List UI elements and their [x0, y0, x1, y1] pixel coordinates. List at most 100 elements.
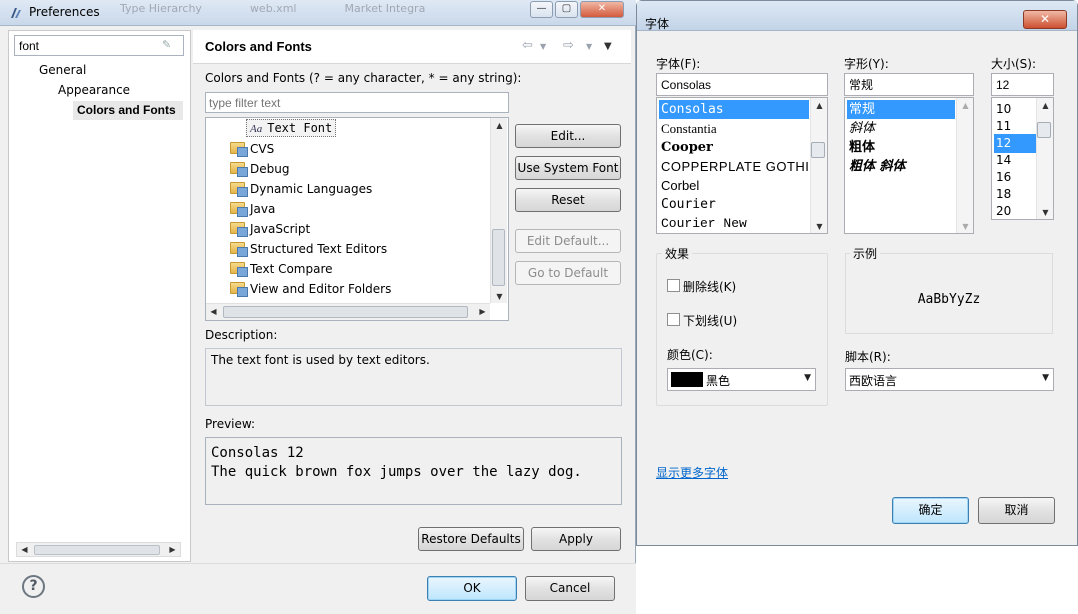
tree-item-debug[interactable]: Debug — [230, 160, 289, 178]
folder-icon — [230, 202, 248, 217]
filter-hint-label: Colors and Fonts (? = any character, * =… — [205, 71, 522, 85]
scroll-up-icon[interactable]: ▲ — [1038, 101, 1053, 110]
reset-button[interactable]: Reset — [515, 188, 621, 212]
font-option-courier[interactable]: Courier — [659, 195, 716, 214]
scroll-down-icon[interactable]: ▼ — [1038, 208, 1053, 217]
help-icon[interactable]: ? — [22, 575, 45, 598]
color-font-filter-input[interactable] — [205, 92, 509, 113]
scroll-left-icon[interactable]: ◀ — [17, 545, 32, 554]
font-style-list: 常规 斜体 粗体 粗体 斜体 — [844, 97, 974, 234]
underline-checkbox[interactable] — [667, 313, 680, 326]
apply-button[interactable]: Apply — [531, 527, 621, 551]
font-cancel-button[interactable]: 取消 — [978, 497, 1055, 524]
tree-item-cvs[interactable]: CVS — [230, 140, 274, 158]
maximize-button[interactable]: ▢ — [555, 1, 578, 18]
tree-item-label: JavaScript — [250, 222, 311, 236]
minimize-button[interactable]: — — [530, 1, 553, 18]
font-option-cooper[interactable]: Cooper — [659, 138, 713, 157]
forward-menu-icon[interactable]: ▼ — [586, 42, 592, 51]
scroll-up-icon[interactable]: ▲ — [958, 101, 973, 110]
preference-filter-input[interactable] — [14, 35, 184, 56]
strikeout-checkbox[interactable] — [667, 279, 680, 292]
preferences-title: Preferences — [29, 5, 100, 19]
font-family-input[interactable] — [656, 73, 828, 96]
clear-filter-icon[interactable]: ✎ — [162, 38, 178, 52]
font-dialog-titlebar[interactable] — [637, 1, 1077, 31]
tree-item-colors-and-fonts[interactable]: Colors and Fonts — [77, 103, 176, 117]
script-label: 脚本(R): — [845, 350, 891, 364]
tree-vertical-thumb[interactable] — [492, 229, 505, 286]
underline-label: 下划线(U) — [683, 314, 738, 328]
scroll-right-icon[interactable]: ▶ — [475, 307, 490, 316]
font-family-scrollbar[interactable]: ▲ ▼ — [810, 98, 827, 233]
restore-defaults-button[interactable]: Restore Defaults — [418, 527, 524, 551]
show-more-fonts-link[interactable]: 显示更多字体 — [656, 464, 728, 481]
tree-item-view-editor-folders[interactable]: View and Editor Folders — [230, 280, 391, 298]
font-dialog-close-button[interactable]: ✕ — [1023, 10, 1067, 29]
size-option[interactable]: 20 — [994, 202, 1011, 219]
font-icon: Aa — [250, 123, 263, 135]
folder-icon — [230, 182, 248, 197]
font-size-input[interactable] — [991, 73, 1054, 96]
tree-item-text-compare[interactable]: Text Compare — [230, 260, 333, 278]
style-option-regular[interactable]: 常规 — [847, 100, 955, 119]
scroll-up-icon[interactable]: ▲ — [492, 121, 507, 130]
ghost-tab: web.xml — [249, 2, 297, 15]
color-label: 颜色(C): — [667, 348, 713, 362]
tree-scroll-thumb[interactable] — [34, 545, 160, 555]
scroll-down-icon[interactable]: ▼ — [958, 222, 973, 231]
back-menu-icon[interactable]: ▼ — [540, 42, 546, 51]
sample-text: AaBbYyZz — [917, 292, 981, 307]
cancel-button[interactable]: Cancel — [525, 576, 615, 601]
script-select-value: 西欧语言 — [849, 374, 898, 388]
folder-icon — [230, 162, 248, 177]
edit-default-button[interactable]: Edit Default... — [515, 229, 621, 253]
view-menu-icon[interactable]: ▼ — [604, 41, 612, 52]
font-style-scrollbar[interactable]: ▲ ▼ — [956, 98, 973, 233]
scroll-up-icon[interactable]: ▲ — [812, 101, 827, 110]
edit-button[interactable]: Edit... — [515, 124, 621, 148]
background-editor-tabs: Type Hierarchy web.xml Market Integra — [120, 2, 520, 22]
tree-item-label: Dynamic Languages — [250, 182, 373, 196]
go-to-default-button[interactable]: Go to Default — [515, 261, 621, 285]
font-style-input[interactable] — [844, 73, 974, 96]
font-option-courier-new[interactable]: Courier New — [659, 214, 747, 233]
font-family-list: Consolas Constantia Cooper COPPERPLATE G… — [656, 97, 828, 234]
tree-item-text-font-label: Text Font — [267, 121, 333, 135]
tree-horizontal-thumb[interactable] — [223, 306, 468, 318]
font-option-consolas[interactable]: Consolas — [659, 100, 809, 119]
tree-item-appearance[interactable]: Appearance — [58, 83, 130, 97]
tree-item-text-font[interactable]: Aa Text Font — [246, 119, 337, 137]
font-style-label: 字形(Y): — [844, 57, 889, 71]
ok-button[interactable]: OK — [427, 576, 517, 601]
font-option-copperplate[interactable]: COPPERPLATE GOTHIC — [659, 157, 819, 176]
style-option-bold[interactable]: 粗体 — [847, 138, 875, 157]
tree-item-structured-text-editors[interactable]: Structured Text Editors — [230, 240, 387, 258]
scroll-left-icon[interactable]: ◀ — [206, 307, 221, 316]
forward-arrow-icon[interactable]: ⇨ — [563, 38, 574, 53]
font-size-scrollbar[interactable]: ▲ ▼ — [1036, 98, 1053, 219]
font-ok-button[interactable]: 确定 — [892, 497, 969, 524]
tree-item-label: View and Editor Folders — [250, 282, 392, 296]
ghost-tab: Market Integra — [344, 2, 426, 15]
font-size-scroll-thumb[interactable] — [1037, 122, 1051, 138]
font-option-constantia[interactable]: Constantia — [659, 119, 717, 138]
style-option-bold-italic[interactable]: 粗体 斜体 — [847, 157, 906, 176]
style-option-italic[interactable]: 斜体 — [847, 119, 875, 138]
scroll-down-icon[interactable]: ▼ — [812, 222, 827, 231]
use-system-font-button[interactable]: Use System Font — [515, 156, 621, 180]
tree-item-general[interactable]: General — [39, 63, 86, 77]
chevron-down-icon: ▼ — [804, 373, 811, 383]
font-family-scroll-thumb[interactable] — [811, 142, 825, 158]
tree-item-label: Text Compare — [250, 262, 333, 276]
description-label: Description: — [205, 328, 278, 342]
close-button[interactable]: ✕ — [580, 1, 624, 18]
tree-item-dynamic-languages[interactable]: Dynamic Languages — [230, 180, 372, 198]
tree-item-java[interactable]: Java — [230, 200, 275, 218]
tree-item-javascript[interactable]: JavaScript — [230, 220, 310, 238]
preview-font-name: Consolas 12 — [211, 445, 304, 461]
scroll-right-icon[interactable]: ▶ — [165, 545, 180, 554]
font-option-corbel[interactable]: Corbel — [659, 176, 699, 195]
back-arrow-icon[interactable]: ⇦ — [522, 38, 533, 53]
scroll-down-icon[interactable]: ▼ — [492, 292, 507, 301]
